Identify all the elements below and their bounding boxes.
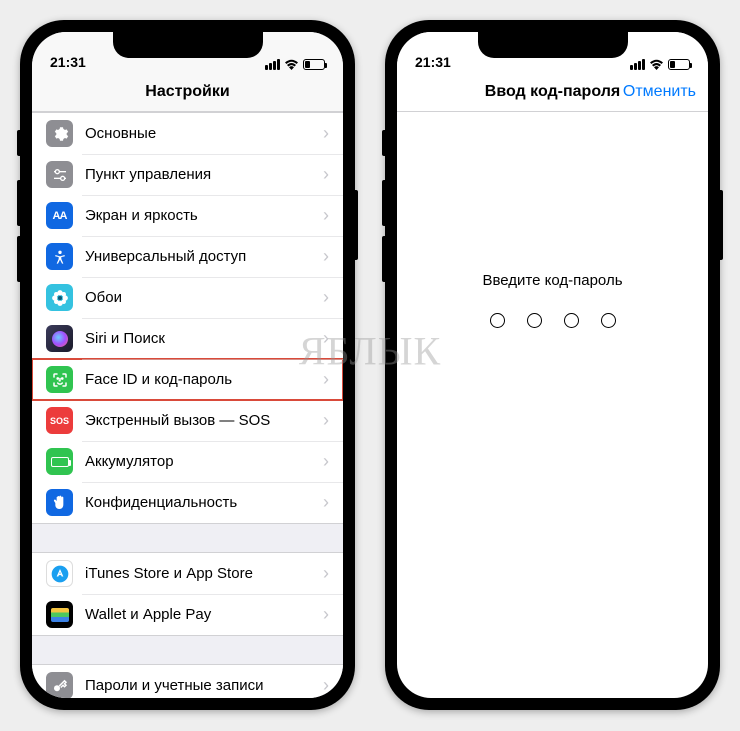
row-control-center[interactable]: Пункт управления › xyxy=(32,154,343,195)
nav-bar: Настройки xyxy=(32,72,343,112)
mute-switch xyxy=(17,130,20,156)
screen-passcode: 21:31 Ввод код-пароля Отменить Введите к… xyxy=(397,32,708,698)
side-button xyxy=(720,190,723,260)
phone-left: 21:31 Настройки xyxy=(20,20,355,710)
passcode-dot xyxy=(564,313,579,328)
hand-icon xyxy=(46,489,73,516)
row-label: Пароли и учетные записи xyxy=(85,677,323,694)
volume-up-button xyxy=(17,180,20,226)
row-wallpaper[interactable]: Обои › xyxy=(32,277,343,318)
passcode-dot xyxy=(527,313,542,328)
row-label: Face ID и код-пароль xyxy=(85,371,323,388)
row-accessibility[interactable]: Универсальный доступ › xyxy=(32,236,343,277)
screen-settings: 21:31 Настройки xyxy=(32,32,343,698)
chevron-right-icon: › xyxy=(323,369,329,390)
row-privacy[interactable]: Конфиденциальность › xyxy=(32,482,343,523)
chevron-right-icon: › xyxy=(323,675,329,696)
row-label: Конфиденциальность xyxy=(85,494,323,511)
page-title: Ввод код-пароля xyxy=(485,83,620,101)
settings-list[interactable]: Основные › Пункт управления › AA Экран и… xyxy=(32,112,343,698)
chevron-right-icon: › xyxy=(323,604,329,625)
passcode-content: Введите код-пароль xyxy=(397,112,708,698)
key-icon xyxy=(46,672,73,698)
row-passwords-accounts[interactable]: Пароли и учетные записи › xyxy=(32,665,343,698)
chevron-right-icon: › xyxy=(323,451,329,472)
row-label: Пункт управления xyxy=(85,166,323,183)
settings-group-1: Основные › Пункт управления › AA Экран и… xyxy=(32,112,343,524)
cellular-signal-icon xyxy=(630,59,645,70)
chevron-right-icon: › xyxy=(323,410,329,431)
cancel-button[interactable]: Отменить xyxy=(623,83,696,101)
chevron-right-icon: › xyxy=(323,246,329,267)
row-emergency-sos[interactable]: SOS Экстренный вызов — SOS › xyxy=(32,400,343,441)
mute-switch xyxy=(382,130,385,156)
cellular-signal-icon xyxy=(265,59,280,70)
chevron-right-icon: › xyxy=(323,164,329,185)
settings-group-3: Пароли и учетные записи › Почта › xyxy=(32,664,343,698)
passcode-dots[interactable] xyxy=(490,313,616,328)
row-general[interactable]: Основные › xyxy=(32,113,343,154)
chevron-right-icon: › xyxy=(323,123,329,144)
passcode-entry: Введите код-пароль xyxy=(397,112,708,328)
status-right xyxy=(630,59,690,70)
passcode-dot xyxy=(490,313,505,328)
page-title: Настройки xyxy=(145,83,229,101)
appstore-icon xyxy=(46,560,73,587)
row-wallet-applepay[interactable]: Wallet и Apple Pay › xyxy=(32,594,343,635)
settings-group-2: iTunes Store и App Store › Wallet и Appl… xyxy=(32,552,343,636)
phone-right: 21:31 Ввод код-пароля Отменить Введите к… xyxy=(385,20,720,710)
status-time: 21:31 xyxy=(415,54,451,70)
row-label: Обои xyxy=(85,289,323,306)
nav-bar: Ввод код-пароля Отменить xyxy=(397,72,708,112)
row-label: Основные xyxy=(85,125,323,142)
row-battery[interactable]: Аккумулятор › xyxy=(32,441,343,482)
sos-icon: SOS xyxy=(46,407,73,434)
siri-icon xyxy=(46,325,73,352)
row-label: Аккумулятор xyxy=(85,453,323,470)
face-id-icon xyxy=(46,366,73,393)
accessibility-icon xyxy=(46,243,73,270)
row-display-brightness[interactable]: AA Экран и яркость › xyxy=(32,195,343,236)
row-siri-search[interactable]: Siri и Поиск › xyxy=(32,318,343,359)
text-size-icon: AA xyxy=(46,202,73,229)
row-label: Wallet и Apple Pay xyxy=(85,606,323,623)
row-label: Универсальный доступ xyxy=(85,248,323,265)
row-itunes-appstore[interactable]: iTunes Store и App Store › xyxy=(32,553,343,594)
volume-down-button xyxy=(17,236,20,282)
gear-icon xyxy=(46,120,73,147)
row-label: Siri и Поиск xyxy=(85,330,323,347)
wifi-icon xyxy=(284,59,299,70)
row-label: Экран и яркость xyxy=(85,207,323,224)
side-button xyxy=(355,190,358,260)
notch xyxy=(113,32,263,58)
battery-icon xyxy=(303,59,325,70)
chevron-right-icon: › xyxy=(323,205,329,226)
chevron-right-icon: › xyxy=(323,287,329,308)
chevron-right-icon: › xyxy=(323,328,329,349)
chevron-right-icon: › xyxy=(323,492,329,513)
status-time: 21:31 xyxy=(50,54,86,70)
wallet-icon xyxy=(46,601,73,628)
chevron-right-icon: › xyxy=(323,563,329,584)
row-faceid-passcode[interactable]: Face ID и код-пароль › xyxy=(32,359,343,400)
status-right xyxy=(265,59,325,70)
wifi-icon xyxy=(649,59,664,70)
battery-icon xyxy=(668,59,690,70)
battery-icon xyxy=(46,448,73,475)
volume-down-button xyxy=(382,236,385,282)
notch xyxy=(478,32,628,58)
row-label: iTunes Store и App Store xyxy=(85,565,323,582)
passcode-prompt: Введите код-пароль xyxy=(482,272,622,289)
volume-up-button xyxy=(382,180,385,226)
phones-container: 21:31 Настройки xyxy=(0,0,740,730)
sliders-icon xyxy=(46,161,73,188)
row-label: Экстренный вызов — SOS xyxy=(85,412,323,429)
flower-icon xyxy=(46,284,73,311)
passcode-dot xyxy=(601,313,616,328)
